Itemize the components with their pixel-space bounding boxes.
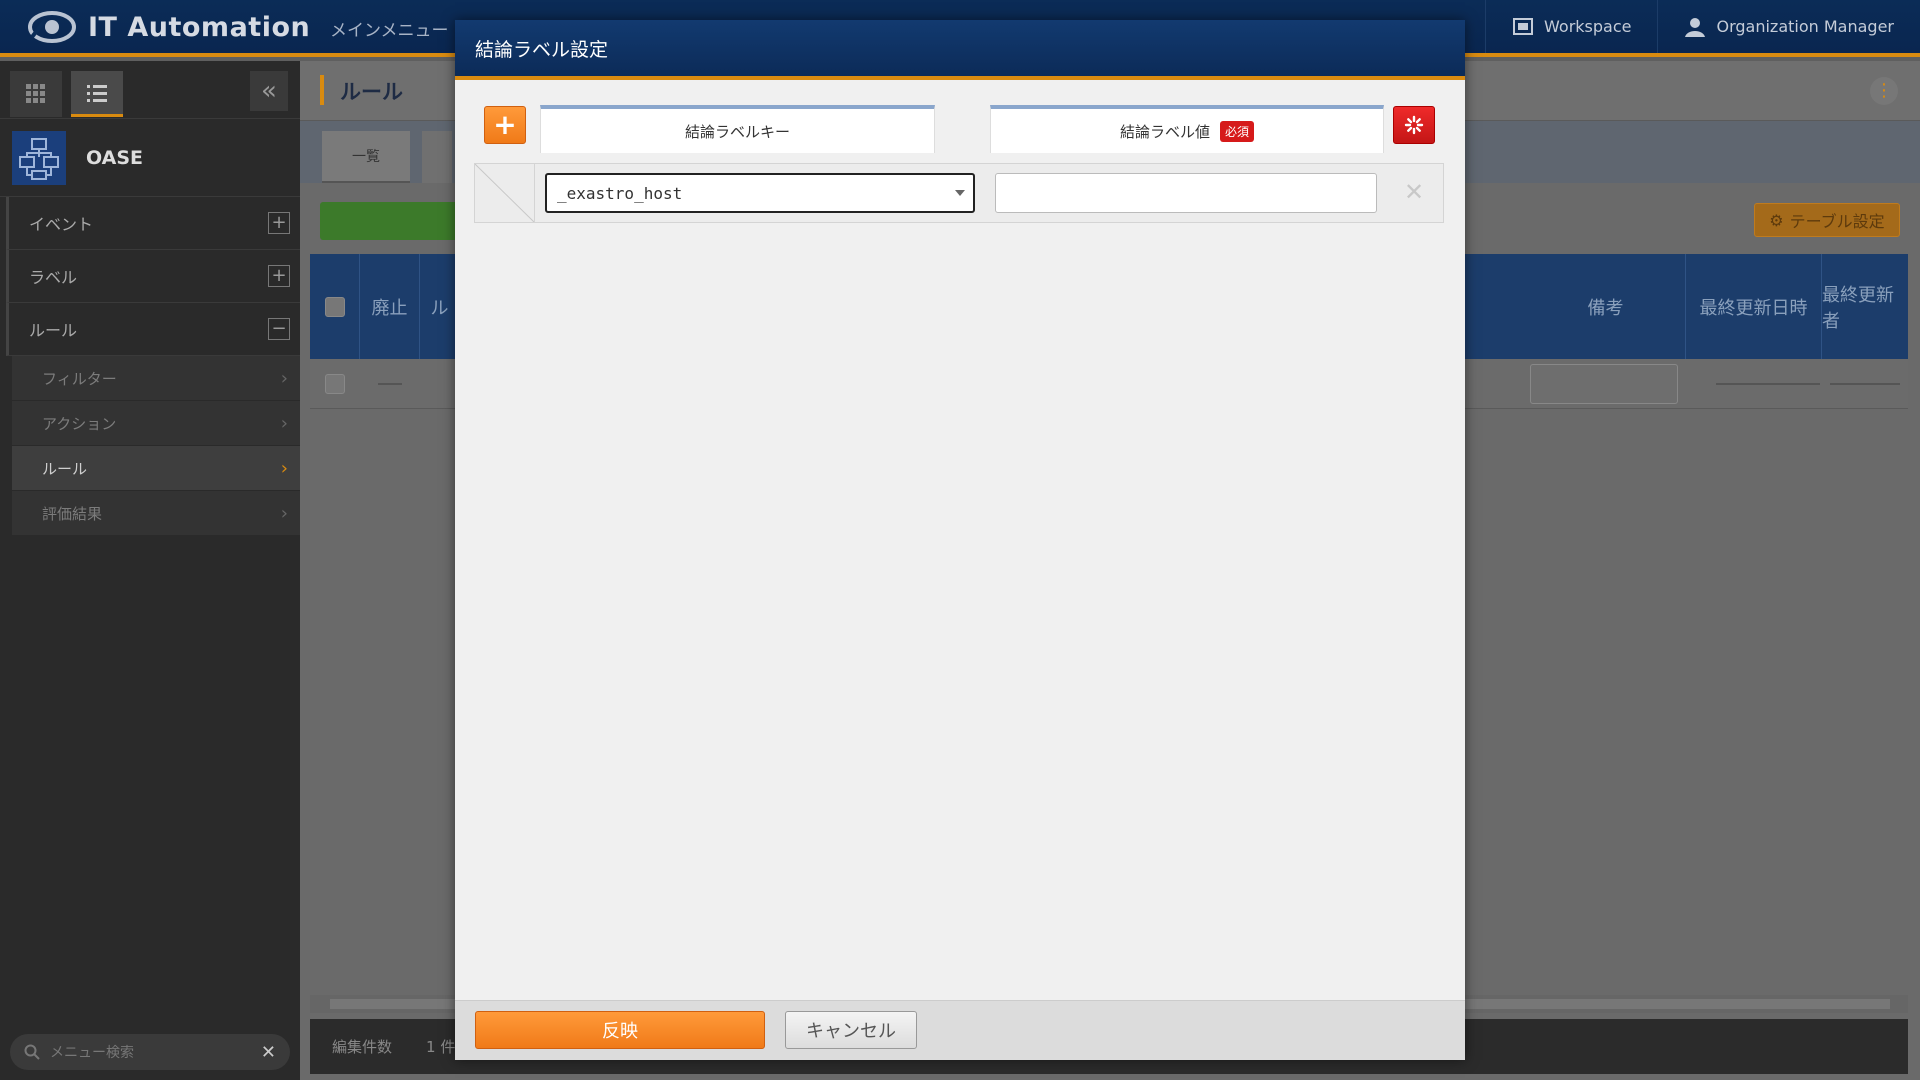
double-chevron-left-icon: « [261, 76, 277, 106]
chevron-down-icon [955, 190, 965, 196]
grid-icon [26, 84, 45, 103]
label-row: _exastro_host ✕ [474, 163, 1444, 223]
required-badge: 必須 [1220, 120, 1255, 142]
column-header[interactable]: 備考 [1526, 254, 1686, 359]
gear-icon: ⚙ [1769, 210, 1784, 230]
sidebar-item-rule[interactable]: ルール › [12, 446, 300, 491]
apply-button[interactable]: 反映 [475, 1011, 765, 1049]
tab-list[interactable]: 一覧 [322, 131, 410, 183]
empty-value [1716, 383, 1820, 385]
organization-label: Organization Manager [1716, 17, 1894, 36]
edit-button[interactable] [320, 202, 460, 240]
sidebar-group-label: イベント [29, 215, 94, 234]
sidebar-item-label: ルール [42, 459, 88, 478]
empty-value [378, 383, 402, 385]
dialog-header: 結論ラベル設定 [455, 20, 1465, 80]
label-value-input[interactable] [995, 173, 1377, 213]
organization-button[interactable]: Organization Manager [1657, 0, 1920, 53]
chevron-right-icon: › [280, 412, 288, 434]
plus-icon: + [493, 108, 517, 141]
label-key-value: _exastro_host [557, 183, 683, 203]
delete-row-icon[interactable]: ✕ [1404, 178, 1424, 206]
sidebar-item-action[interactable]: アクション › [12, 401, 300, 446]
sidebar-item-label: アクション [42, 414, 117, 433]
dialog-footer: 反映 キャンセル [455, 1000, 1465, 1060]
sidebar-group-label: ルール [29, 321, 78, 340]
chevron-right-icon: › [280, 367, 288, 389]
sidebar-group-label[interactable]: ラベル + [6, 250, 300, 303]
title-accent-bar [320, 75, 324, 105]
list-view-tab[interactable] [71, 71, 123, 117]
menu-group-title: OASE [0, 119, 300, 197]
sidebar-group-rule[interactable]: ルール − [6, 303, 300, 356]
column-header[interactable]: 廃止 [360, 254, 420, 359]
list-icon [87, 84, 107, 102]
menu-search-input[interactable]: メニュー検索 ✕ [10, 1034, 290, 1070]
logo-icon [28, 11, 76, 43]
search-placeholder: メニュー検索 [50, 1045, 134, 1061]
column-header-key-label: 結論ラベルキー [684, 122, 790, 141]
oase-menu-icon [12, 130, 66, 185]
chevron-right-icon: › [280, 502, 288, 524]
plus-icon[interactable]: + [268, 265, 290, 287]
edit-count-value: 1 件 [426, 1038, 456, 1056]
table-settings-label: テーブル設定 [1789, 212, 1885, 231]
minus-icon[interactable]: − [268, 318, 290, 340]
edit-count-label: 編集件数 [332, 1038, 393, 1056]
remarks-input[interactable] [1530, 364, 1678, 404]
app-logo[interactable]: IT Automation [26, 6, 310, 48]
conclusion-label-dialog: 結論ラベル設定 + 結論ラベルキー 結論ラベル値 必須 _exastro_hos… [455, 20, 1465, 1060]
search-icon [24, 1044, 40, 1060]
clear-icon[interactable]: ✕ [261, 1042, 276, 1063]
table-settings-button[interactable]: ⚙ テーブル設定 [1754, 203, 1900, 237]
sidebar-item-evaluation-result[interactable]: 評価結果 › [12, 491, 300, 536]
column-header-value: 結論ラベル値 必須 [990, 105, 1384, 153]
menu-group-name: OASE [86, 146, 144, 169]
column-header[interactable]: 最終更新者 [1822, 254, 1908, 359]
sidebar-group-label: ラベル [29, 268, 78, 287]
page-title: ルール [340, 80, 403, 104]
row-handle [475, 164, 535, 222]
label-key-select[interactable]: _exastro_host [545, 173, 975, 213]
row-checkbox[interactable] [325, 374, 345, 394]
chevron-right-icon: › [280, 457, 288, 479]
breadcrumb[interactable]: メインメニュー [330, 16, 449, 41]
sidebar-item-label: 評価結果 [42, 504, 103, 523]
column-header-key: 結論ラベルキー [540, 105, 935, 153]
reset-icon [1404, 115, 1424, 135]
workspace-label: Workspace [1544, 17, 1632, 36]
sidebar-collapse-button[interactable]: « [250, 71, 288, 111]
workspace-button[interactable]: Workspace [1485, 0, 1657, 53]
column-header-value-label: 結論ラベル値 [1119, 122, 1210, 141]
dialog-title: 結論ラベル設定 [475, 38, 609, 61]
plus-icon[interactable]: + [268, 212, 290, 234]
clear-all-button[interactable] [1393, 106, 1435, 144]
add-row-button[interactable]: + [484, 106, 526, 144]
sidebar: « OASE イベント + ラベル + ルール − フィルター › アクション … [0, 61, 300, 1080]
column-header[interactable]: ル [420, 254, 460, 359]
select-all-cell [310, 254, 360, 359]
user-icon [1685, 17, 1706, 37]
sidebar-group-event[interactable]: イベント + [6, 197, 300, 250]
cancel-button[interactable]: キャンセル [785, 1011, 917, 1049]
select-all-checkbox[interactable] [324, 296, 345, 317]
empty-value [1830, 383, 1900, 385]
app-title: IT Automation [88, 11, 311, 43]
more-menu-icon[interactable]: ⋮ [1870, 77, 1898, 105]
column-header[interactable]: 最終更新日時 [1686, 254, 1822, 359]
sidebar-item-label: フィルター [42, 369, 117, 388]
grid-view-tab[interactable] [10, 71, 62, 117]
workspace-icon [1513, 17, 1534, 35]
tab-secondary[interactable] [422, 131, 452, 183]
sidebar-item-filter[interactable]: フィルター › [12, 356, 300, 401]
